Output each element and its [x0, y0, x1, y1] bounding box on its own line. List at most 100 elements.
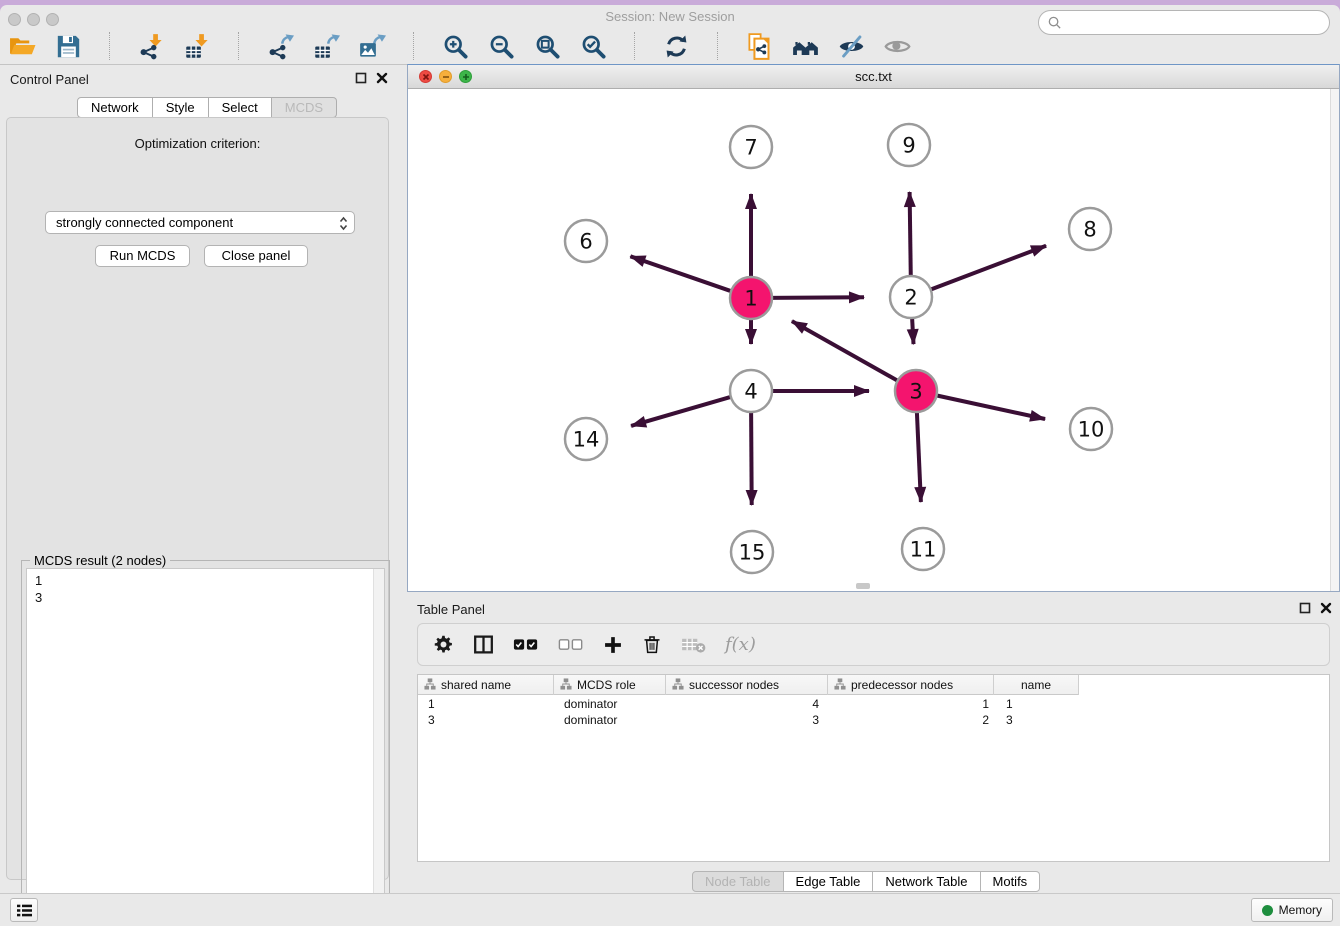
- tab-style[interactable]: Style: [153, 97, 209, 118]
- graph-node-1[interactable]: 1: [730, 277, 772, 319]
- export-image-icon[interactable]: [357, 31, 387, 61]
- search-icon: [1047, 15, 1062, 30]
- hide-selected-icon[interactable]: [836, 31, 866, 61]
- export-network-icon[interactable]: [265, 31, 295, 61]
- export-table-icon[interactable]: [311, 31, 341, 61]
- float-table-panel-icon[interactable]: [1299, 602, 1311, 614]
- task-history-button[interactable]: [10, 898, 38, 922]
- graph-edge-3-1[interactable]: [792, 321, 900, 382]
- save-session-icon[interactable]: [53, 31, 83, 61]
- graph-node-11[interactable]: 11: [902, 528, 944, 570]
- graph-edge-2-3[interactable]: [912, 316, 914, 344]
- table-row[interactable]: 3dominator323: [418, 712, 1329, 728]
- tab-network-table[interactable]: Network Table: [873, 871, 980, 892]
- tab-network[interactable]: Network: [77, 97, 153, 118]
- import-network-icon[interactable]: [136, 31, 166, 61]
- network-graph: 7 9 6 8 1 2 4 3 14 10 15 11: [408, 89, 1339, 591]
- toolbar-separator: [717, 32, 718, 60]
- table-cell[interactable]: 3: [666, 712, 828, 728]
- tab-node-table[interactable]: Node Table: [692, 871, 784, 892]
- table-cell[interactable]: 4: [666, 696, 828, 712]
- graph-node-6[interactable]: 6: [565, 220, 607, 262]
- run-mcds-button[interactable]: Run MCDS: [95, 245, 190, 267]
- table-cell[interactable]: dominator: [554, 696, 666, 712]
- memory-label: Memory: [1279, 903, 1322, 917]
- graph-node-3[interactable]: 3: [895, 370, 937, 412]
- graph-node-4[interactable]: 4: [730, 370, 772, 412]
- graph-edge-2-9[interactable]: [910, 192, 911, 278]
- table-settings-icon[interactable]: [433, 634, 454, 655]
- graph-node-14[interactable]: 14: [565, 418, 607, 460]
- network-vertical-scrollbar[interactable]: [1330, 89, 1339, 591]
- tab-motifs[interactable]: Motifs: [981, 871, 1041, 892]
- zoom-fit-icon[interactable]: [532, 31, 562, 61]
- search-input[interactable]: [1062, 13, 1329, 33]
- graph-edge-4-15[interactable]: [751, 410, 752, 505]
- result-scrollbar[interactable]: [373, 569, 384, 926]
- table-cell[interactable]: 1: [994, 696, 1079, 712]
- graph-edge-1-6[interactable]: [630, 256, 733, 292]
- tab-edge-table[interactable]: Edge Table: [784, 871, 874, 892]
- tab-mcds[interactable]: MCDS: [272, 97, 337, 118]
- criterion-dropdown[interactable]: strongly connected component: [45, 211, 355, 234]
- import-table-icon[interactable]: [182, 31, 212, 61]
- delete-row-icon[interactable]: [642, 634, 662, 655]
- column-header-label: name: [1021, 678, 1051, 692]
- search-field[interactable]: [1038, 10, 1330, 35]
- select-all-rows-icon[interactable]: [513, 637, 539, 652]
- graph-node-15[interactable]: 15: [731, 531, 773, 573]
- graph-edge-3-11[interactable]: [917, 410, 921, 502]
- first-neighbors-icon[interactable]: [790, 31, 820, 61]
- graph-edge-1-2[interactable]: [770, 297, 864, 298]
- column-header-label: successor nodes: [689, 678, 779, 692]
- column-header-successor-nodes[interactable]: successor nodes: [666, 675, 828, 695]
- network-canvas[interactable]: 7 9 6 8 1 2 4 3 14 10 15 11: [408, 89, 1339, 591]
- graph-node-10[interactable]: 10: [1070, 408, 1112, 450]
- deselect-all-rows-icon[interactable]: [558, 637, 584, 652]
- table-cell[interactable]: 2: [828, 712, 994, 728]
- new-network-from-file-icon[interactable]: [744, 31, 774, 61]
- table-row[interactable]: 1dominator411: [418, 696, 1329, 712]
- node-label-7: 7: [744, 135, 757, 159]
- graph-node-7[interactable]: 7: [730, 126, 772, 168]
- close-panel-icon[interactable]: [376, 72, 388, 84]
- mcds-result-textarea[interactable]: 1 3: [26, 568, 385, 926]
- mcds-result-groupbox: MCDS result (2 nodes) 1 3: [21, 560, 390, 926]
- column-header-MCDS-role[interactable]: MCDS role: [554, 675, 666, 695]
- graph-edge-4-14[interactable]: [631, 396, 733, 426]
- graph-edge-3-10[interactable]: [935, 395, 1046, 419]
- column-header-name[interactable]: name: [994, 675, 1079, 695]
- table-cell[interactable]: dominator: [554, 712, 666, 728]
- show-all-icon: [882, 31, 912, 61]
- float-panel-icon[interactable]: [355, 72, 367, 84]
- close-panel-button[interactable]: Close panel: [204, 245, 308, 267]
- network-horizontal-scrollbar[interactable]: [856, 583, 870, 589]
- zoom-selected-icon[interactable]: [578, 31, 608, 61]
- table-panel: Table Panel f(x) shared nameMCDS rolesuc…: [407, 594, 1340, 891]
- table-cell[interactable]: 3: [994, 712, 1079, 728]
- graph-edge-2-8[interactable]: [929, 246, 1046, 291]
- column-header-predecessor-nodes[interactable]: predecessor nodes: [828, 675, 994, 695]
- apply-layout-icon[interactable]: [661, 31, 691, 61]
- table-cell[interactable]: 3: [418, 712, 554, 728]
- column-chooser-icon[interactable]: [473, 634, 494, 655]
- criterion-value: strongly connected component: [56, 215, 233, 230]
- tab-select[interactable]: Select: [209, 97, 272, 118]
- table-cell[interactable]: 1: [828, 696, 994, 712]
- list-icon: [16, 903, 33, 918]
- function-builder-icon: f(x): [725, 634, 756, 655]
- zoom-in-icon[interactable]: [440, 31, 470, 61]
- toolbar-separator: [413, 32, 414, 60]
- mcds-result-text: 1 3: [27, 569, 373, 926]
- zoom-out-icon[interactable]: [486, 31, 516, 61]
- memory-button[interactable]: Memory: [1251, 898, 1333, 922]
- graph-node-8[interactable]: 8: [1069, 208, 1111, 250]
- graph-node-9[interactable]: 9: [888, 124, 930, 166]
- table-cell[interactable]: 1: [418, 696, 554, 712]
- close-table-panel-icon[interactable]: [1320, 602, 1332, 614]
- column-header-shared-name[interactable]: shared name: [418, 675, 554, 695]
- open-file-icon[interactable]: [7, 31, 37, 61]
- add-row-icon[interactable]: [603, 635, 623, 655]
- graph-node-2[interactable]: 2: [890, 276, 932, 318]
- memory-status-icon: [1262, 905, 1273, 916]
